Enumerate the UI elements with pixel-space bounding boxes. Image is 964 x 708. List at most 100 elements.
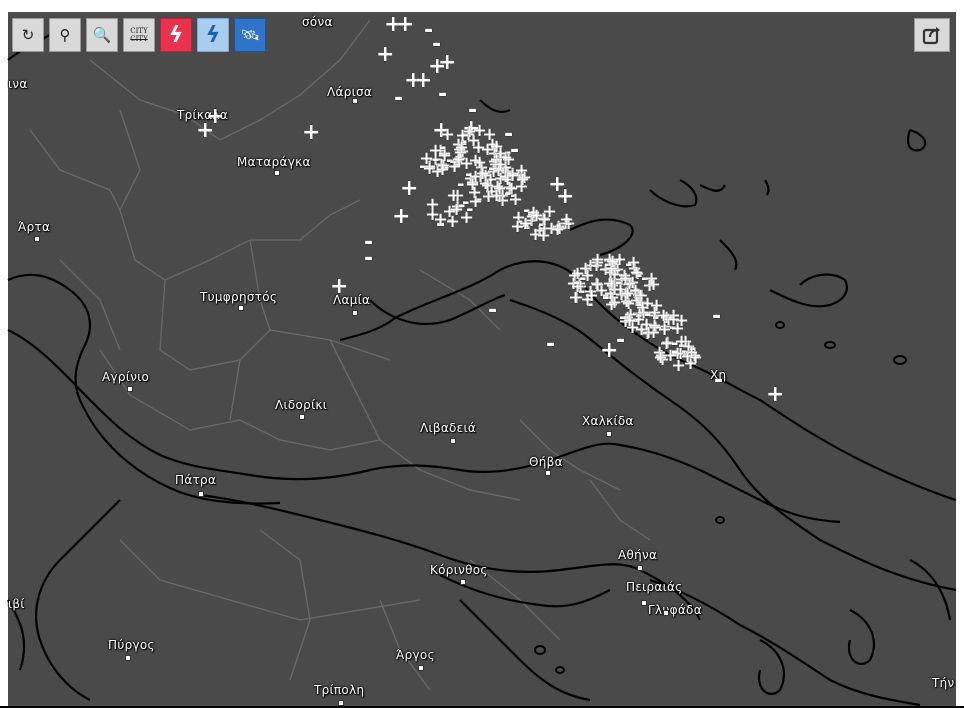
refresh-button[interactable]: ↻ [12,18,44,52]
negative-strike-icon: - [394,86,404,111]
place-marker [127,386,133,392]
negative-strike-icon: - [712,304,722,329]
positive-strike-icon: + [414,68,433,93]
map-view[interactable]: ↻ ⚲ 🔍 CITY CITY ϟ ϟ 🛰 Λάρισα Τρίκαλα Ματαράγκα Άρτ… [0,0,964,708]
positive-strike-icon: + [302,120,321,145]
place-marker [641,600,647,606]
negative-strike-icon: - [573,272,581,293]
lightning-toggle-button[interactable]: ϟ [160,18,192,52]
positive-strike-icon: + [330,274,349,299]
place-label: ινα [8,77,28,91]
place-marker [238,305,244,311]
positive-strike-icon: + [438,50,457,75]
share-button[interactable] [914,18,950,52]
map-canvas[interactable] [0,0,964,708]
positive-strike-icon: + [584,285,600,306]
positive-strike-icon: + [605,251,621,272]
place-marker [274,170,280,176]
place-label: Άργος [396,648,435,662]
place-marker [663,610,669,616]
positive-strike-icon: + [635,297,651,318]
place-marker [125,655,131,661]
zoom-out-button[interactable]: 🔍 [86,18,118,52]
positive-strike-icon: + [556,184,575,209]
negative-strike-icon: - [466,199,474,220]
positive-strike-icon: + [447,156,463,177]
negative-strike-icon: - [671,341,679,362]
positive-strike-icon: + [206,104,225,129]
satellite-icon: 🛰 [240,26,260,44]
positive-strike-icon: + [684,342,700,363]
map-toolbar: ↻ ⚲ 🔍 CITY CITY ϟ ϟ 🛰 [12,18,266,52]
place-label: Πειραιάς [626,580,683,594]
place-label: Τυμφρηστός [200,290,278,304]
place-label: Λάρισα [327,85,373,99]
positive-strike-icon: + [518,213,534,234]
positive-strike-icon: + [396,12,415,37]
negative-strike-icon: - [364,246,374,271]
place-marker [637,565,643,571]
place-label: Λιβαδειά [420,421,477,435]
place-label: Χαλκίδα [582,414,634,428]
negative-strike-icon: - [488,298,498,323]
place-marker [352,98,358,104]
place-label: Πύργος [108,638,155,652]
positive-strike-icon: + [653,347,669,368]
place-marker [34,236,40,242]
place-marker [352,310,358,316]
place-marker [299,414,305,420]
place-marker [198,491,204,497]
city-text-top: CITY [130,27,148,35]
map-left-margin [0,0,8,708]
positive-strike-icon: + [425,194,441,215]
place-label: Κόρινθος [430,563,488,577]
city-text-bottom: CITY [130,35,148,43]
negative-strike-icon: - [714,368,724,393]
positive-strike-icon: + [392,204,411,229]
place-label: Αθήνα [618,548,658,562]
positive-strike-icon: + [454,137,470,158]
ground-strike-icon: ϟ [205,22,221,48]
negative-strike-icon: - [635,265,643,286]
place-label: Άρτα [18,220,51,234]
place-label: σόνα [302,15,333,29]
place-label: Τρίπολη [314,683,365,697]
place-label: Γλυφάδα [648,603,702,617]
place-label: Πάτρα [175,473,217,487]
negative-strike-icon: - [616,328,626,353]
negative-strike-icon: - [438,82,448,107]
place-marker [450,438,456,444]
ground-strike-toggle-button[interactable]: ϟ [197,18,229,52]
positive-strike-icon: + [550,219,566,240]
positive-strike-icon: + [666,309,682,330]
place-label: Αγρίνιο [102,370,150,384]
place-label: Θήβα [529,455,563,469]
city-toggle-button[interactable]: CITY CITY [123,18,155,52]
positive-strike-icon: + [590,249,606,270]
refresh-icon: ↻ [21,26,35,44]
place-marker [545,470,551,476]
land-background [0,0,964,708]
negative-strike-icon: - [619,307,627,328]
place-marker [606,431,612,437]
place-label: ιβί [8,597,25,611]
positive-strike-icon: + [442,201,458,222]
lightning-icon: ϟ [168,22,184,48]
place-label: Λιδορίκι [275,398,328,412]
positive-strike-icon: + [505,165,521,186]
place-label: Ματαράγκα [237,155,311,169]
location-pin-icon: ⚲ [59,26,71,44]
place-marker [418,665,424,671]
positive-strike-icon: + [766,382,785,407]
positive-strike-icon: + [618,268,634,289]
zoom-out-icon: 🔍 [92,26,112,44]
locate-button[interactable]: ⚲ [49,18,81,52]
satellite-toggle-button[interactable]: 🛰 [234,18,266,52]
positive-strike-icon: + [376,42,395,67]
positive-strike-icon: + [422,158,438,179]
map-top-margin [0,0,964,12]
place-marker [338,700,344,706]
share-icon [922,27,940,45]
map-right-margin [956,0,964,708]
negative-strike-icon: - [546,332,556,357]
